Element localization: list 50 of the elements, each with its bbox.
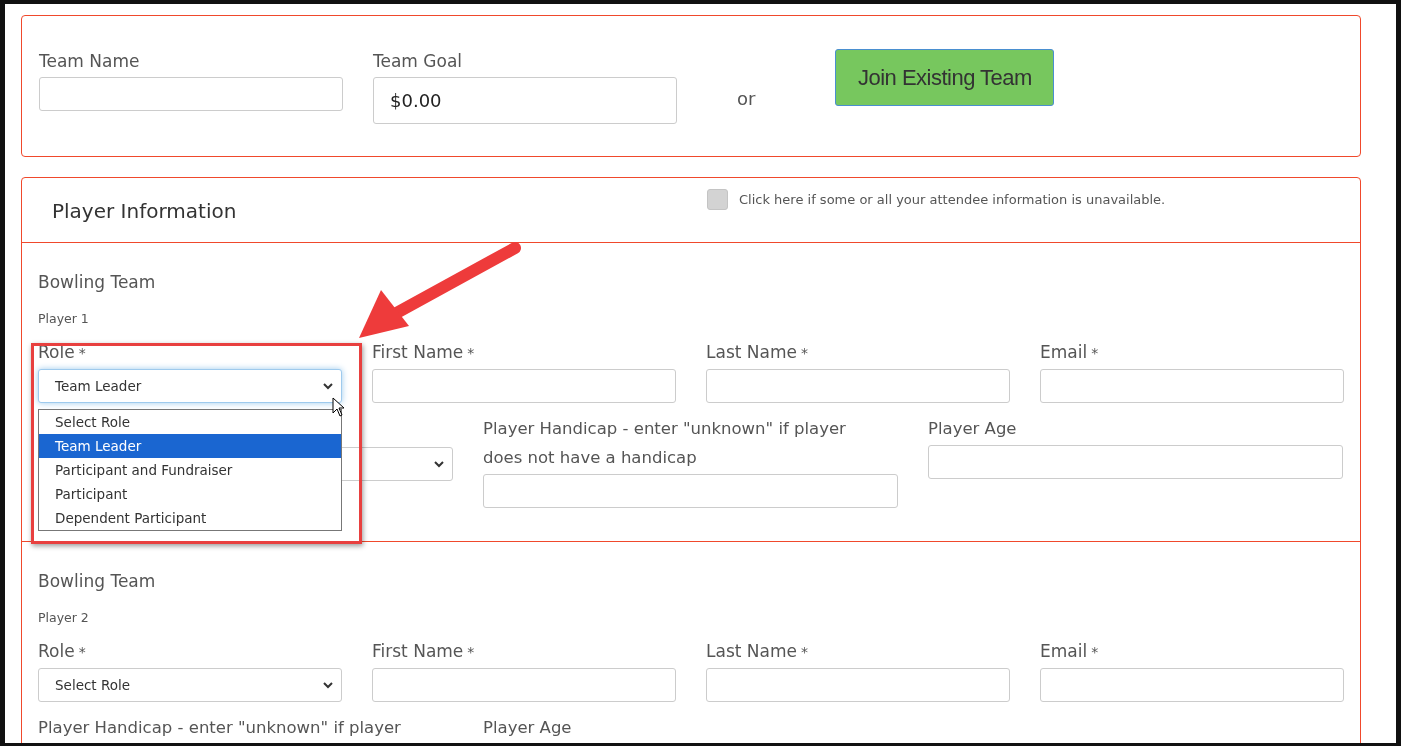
text-field[interactable]	[483, 474, 898, 508]
dropdown-option[interactable]: Select Role	[39, 410, 341, 434]
dropdown-option[interactable]: Participant	[39, 482, 341, 506]
caret-icon	[434, 460, 444, 468]
join-team-button[interactable]: Join Existing Team	[835, 49, 1055, 106]
checkbox[interactable]	[707, 189, 728, 210]
field-label: Team Goal	[373, 51, 464, 71]
field-label: Player Age	[928, 419, 1017, 438]
text-field[interactable]	[1040, 668, 1344, 702]
field-label: Last Name	[706, 641, 797, 661]
role-select[interactable]: Team Leader	[38, 369, 342, 403]
player-label: Player 1	[38, 311, 90, 327]
field-label: Role	[38, 641, 75, 661]
team-name-field[interactable]	[39, 77, 343, 111]
role-select[interactable]: Select Role	[38, 668, 342, 702]
field-label: Email	[1040, 641, 1088, 661]
dropdown-option[interactable]: Dependent Participant	[39, 506, 341, 530]
required-mark: *	[1091, 345, 1099, 361]
team-heading: Bowling Team	[38, 272, 157, 292]
required-mark: *	[78, 345, 86, 361]
text-field[interactable]	[928, 445, 1343, 479]
field-label: Email	[1040, 342, 1088, 362]
team-goal-field[interactable]: $0.00	[373, 77, 677, 124]
checkbox-label: Click here if some or all your attendee information is unavailable.	[739, 192, 1166, 207]
section-title: Player Information	[52, 199, 237, 223]
text-field[interactable]	[372, 668, 676, 702]
field-label: Player Age	[483, 718, 572, 737]
field-label: Player Handicap - enter "unknown" if player does not have a handicap	[483, 419, 846, 467]
required-mark: *	[78, 644, 86, 660]
dropdown-option[interactable]: Participant and Fundraiser	[39, 458, 341, 482]
player-label: Player 2	[38, 610, 90, 626]
field-label: First Name	[372, 641, 464, 661]
field-label: Player Handicap - enter "unknown" if player	[38, 718, 401, 737]
required-mark: *	[467, 345, 475, 361]
text-field[interactable]	[706, 668, 1010, 702]
field-label: First Name	[372, 342, 464, 362]
team-heading: Bowling Team	[38, 571, 157, 591]
field-label: Last Name	[706, 342, 797, 362]
text-field[interactable]	[706, 369, 1010, 403]
dropdown-option[interactable]: Team Leader	[39, 434, 341, 458]
text-field[interactable]	[1040, 369, 1344, 403]
required-mark: *	[800, 345, 808, 361]
required-mark: *	[467, 644, 475, 660]
or-text: or	[737, 88, 756, 109]
caret-icon	[323, 681, 333, 689]
required-mark: *	[800, 644, 808, 660]
required-mark: *	[1091, 644, 1099, 660]
text-field[interactable]	[372, 369, 676, 403]
field-label: Team Name	[39, 51, 141, 71]
caret-icon	[323, 382, 333, 390]
